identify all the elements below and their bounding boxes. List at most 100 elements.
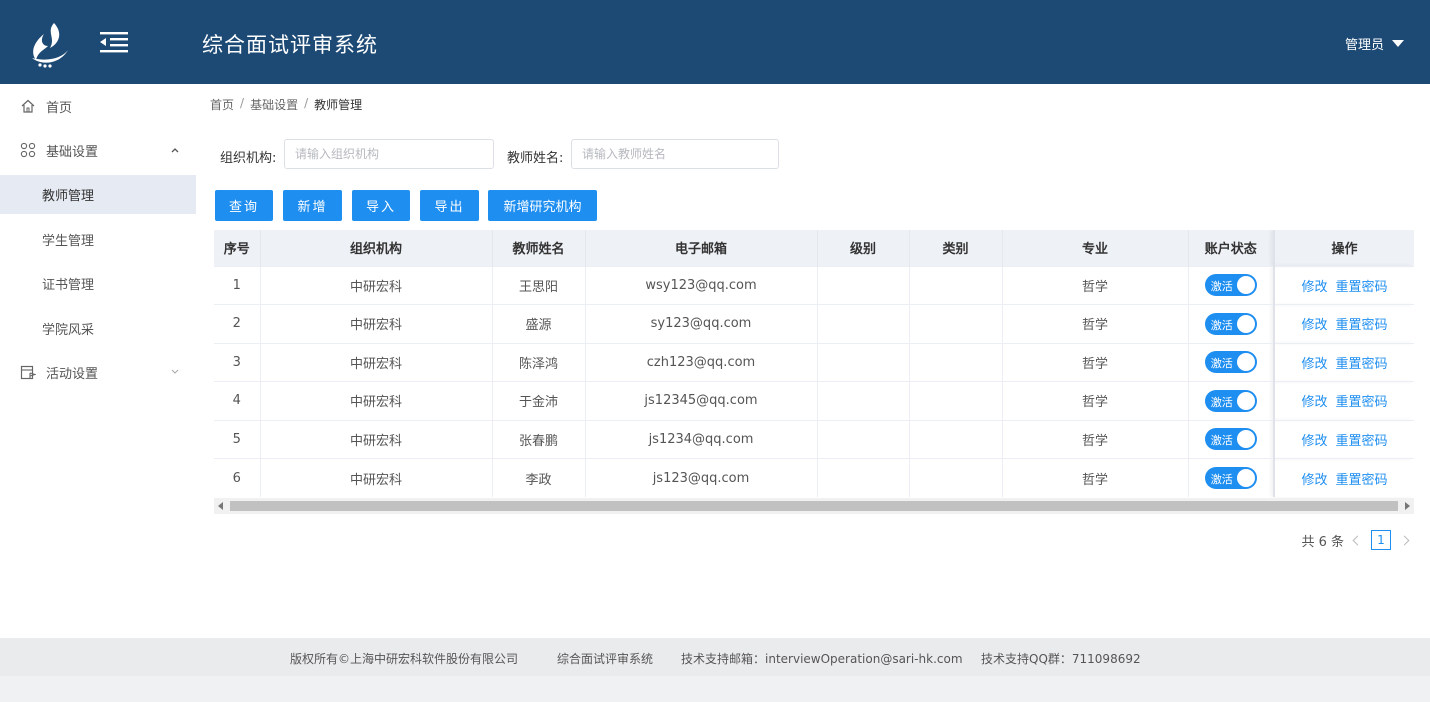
reset-password-link[interactable]: 重置密码: [1336, 473, 1388, 488]
status-toggle-label: 激活: [1210, 318, 1233, 332]
sidebar-item-basic-settings[interactable]: 基础设置: [0, 128, 196, 172]
user-name: 管理员: [1344, 38, 1384, 53]
sidebar-item-college-style[interactable]: 学院风采: [0, 309, 196, 348]
cell-major: 哲学: [1002, 458, 1189, 497]
user-dropdown[interactable]: 管理员: [1345, 34, 1404, 53]
sidebar-item-home[interactable]: 首页: [0, 84, 196, 128]
export-button[interactable]: 导出: [420, 190, 479, 221]
cell-name: 于金沛: [492, 381, 586, 420]
footer: 版权所有©上海中研宏科软件股份有限公司 综合面试评审系统 技术支持邮箱：inte…: [0, 638, 1430, 676]
page-number[interactable]: 1: [1371, 530, 1391, 550]
cell-status: 激活: [1188, 458, 1275, 497]
reset-password-link[interactable]: 重置密码: [1336, 280, 1388, 295]
sidebar-item-activity-settings[interactable]: 活动设置: [0, 350, 196, 394]
cell-major: 哲学: [1002, 419, 1189, 459]
name-filter-input[interactable]: [571, 139, 779, 169]
table-row: 4 中研宏科 于金沛 js12345@qq.com 哲学 激活 修改 重置密码: [214, 381, 1414, 420]
scroll-right-icon[interactable]: [1405, 502, 1410, 510]
cell-org: 中研宏科: [260, 381, 493, 420]
status-toggle[interactable]: 激活: [1204, 312, 1257, 335]
cell-status: 激活: [1188, 342, 1275, 382]
scroll-left-icon[interactable]: [218, 502, 223, 510]
cell-status: 激活: [1188, 381, 1275, 420]
cell-no: 3: [214, 342, 261, 382]
column-header: 电子邮箱: [585, 230, 818, 266]
cell-no: 4: [214, 381, 261, 420]
cell-name: 王思阳: [492, 265, 586, 305]
add-institute-button[interactable]: 新增研究机构: [488, 190, 597, 221]
breadcrumb: 首页 / 基础设置 / 教师管理: [210, 96, 362, 113]
cell-level: [817, 419, 910, 459]
edit-link[interactable]: 修改: [1301, 318, 1327, 333]
chevron-down-icon: [171, 369, 179, 374]
cell-no: 2: [214, 304, 261, 343]
cell-email: sy123@qq.com: [585, 304, 818, 343]
prev-page-icon[interactable]: [1352, 535, 1363, 545]
cell-name: 陈泽鸿: [492, 342, 586, 382]
table-row: 6 中研宏科 李政 js123@qq.com 哲学 激活 修改 重置密码: [214, 458, 1414, 497]
cell-level: [817, 342, 910, 382]
column-header: 专业: [1002, 230, 1189, 266]
scrollbar-thumb[interactable]: [230, 501, 1398, 511]
toggle-knob: [1236, 314, 1255, 333]
edit-link[interactable]: 修改: [1301, 473, 1327, 488]
status-toggle[interactable]: 激活: [1204, 351, 1257, 374]
cell-name: 盛源: [492, 304, 586, 343]
edit-link[interactable]: 修改: [1301, 395, 1327, 410]
app-title: 综合面试评审系统: [202, 33, 378, 57]
footer-email: 技术支持邮箱：interviewOperation@sari-hk.com: [681, 652, 963, 666]
reset-password-link[interactable]: 重置密码: [1336, 395, 1388, 410]
cell-major: 哲学: [1002, 304, 1189, 343]
status-toggle[interactable]: 激活: [1204, 467, 1257, 489]
status-toggle-label: 激活: [1210, 395, 1233, 409]
reset-password-link[interactable]: 重置密码: [1336, 434, 1388, 449]
cell-category: [909, 419, 1003, 459]
add-button[interactable]: 新增: [283, 190, 342, 221]
status-toggle[interactable]: 激活: [1204, 428, 1257, 451]
query-button[interactable]: 查询: [215, 190, 273, 221]
cell-no: 1: [214, 265, 261, 305]
cell-email: czh123@qq.com: [585, 342, 818, 382]
status-toggle[interactable]: 激活: [1204, 274, 1257, 297]
cell-ops: 修改 重置密码: [1273, 304, 1414, 343]
column-header: 组织机构: [260, 230, 493, 266]
cell-email: wsy123@qq.com: [585, 265, 818, 305]
edit-link[interactable]: 修改: [1301, 280, 1327, 295]
flame-logo-icon[interactable]: [24, 20, 74, 70]
cell-category: [909, 304, 1003, 343]
cell-level: [817, 265, 910, 305]
menu-fold-icon[interactable]: [100, 31, 128, 53]
grid-icon: [20, 142, 36, 158]
next-page-icon[interactable]: [1399, 535, 1410, 545]
reset-password-link[interactable]: 重置密码: [1336, 357, 1388, 372]
sidebar-item-label: 基础设置: [46, 144, 99, 160]
edit-link[interactable]: 修改: [1301, 434, 1327, 449]
edit-link[interactable]: 修改: [1301, 357, 1327, 372]
sidebar-item-label: 活动设置: [46, 366, 99, 382]
cell-org: 中研宏科: [260, 419, 493, 459]
cell-status: 激活: [1188, 265, 1275, 305]
table-row: 2 中研宏科 盛源 sy123@qq.com 哲学 激活 修改 重置密码: [214, 304, 1414, 343]
cell-category: [909, 342, 1003, 382]
breadcrumb-basic-settings[interactable]: 基础设置: [250, 96, 298, 113]
org-filter-input[interactable]: [284, 139, 494, 169]
home-icon: [21, 99, 35, 113]
teacher-table: 序号 组织机构 教师姓名 电子邮箱 级别 类别 专业 账户状态 操作 1 中研宏…: [214, 230, 1414, 514]
cell-ops: 修改 重置密码: [1273, 265, 1414, 305]
footer-system: 综合面试评审系统: [557, 652, 654, 666]
import-button[interactable]: 导入: [352, 190, 410, 221]
cell-major: 哲学: [1002, 381, 1189, 420]
status-toggle-label: 激活: [1210, 434, 1233, 448]
status-toggle[interactable]: 激活: [1204, 389, 1257, 412]
horizontal-scrollbar[interactable]: [214, 498, 1414, 514]
cell-email: js12345@qq.com: [585, 381, 818, 420]
cell-email: js1234@qq.com: [585, 419, 818, 459]
table-row: 3 中研宏科 陈泽鸿 czh123@qq.com 哲学 激活 修改 重置密码: [214, 342, 1414, 382]
reset-password-link[interactable]: 重置密码: [1336, 318, 1388, 333]
sidebar-item-cert-mgmt[interactable]: 证书管理: [0, 264, 196, 303]
column-header: 账户状态: [1188, 230, 1275, 266]
sidebar-item-teacher-mgmt[interactable]: 教师管理: [0, 175, 196, 214]
breadcrumb-home[interactable]: 首页: [210, 96, 234, 113]
sidebar-item-student-mgmt[interactable]: 学生管理: [0, 220, 196, 259]
chevron-up-icon: [171, 148, 179, 153]
